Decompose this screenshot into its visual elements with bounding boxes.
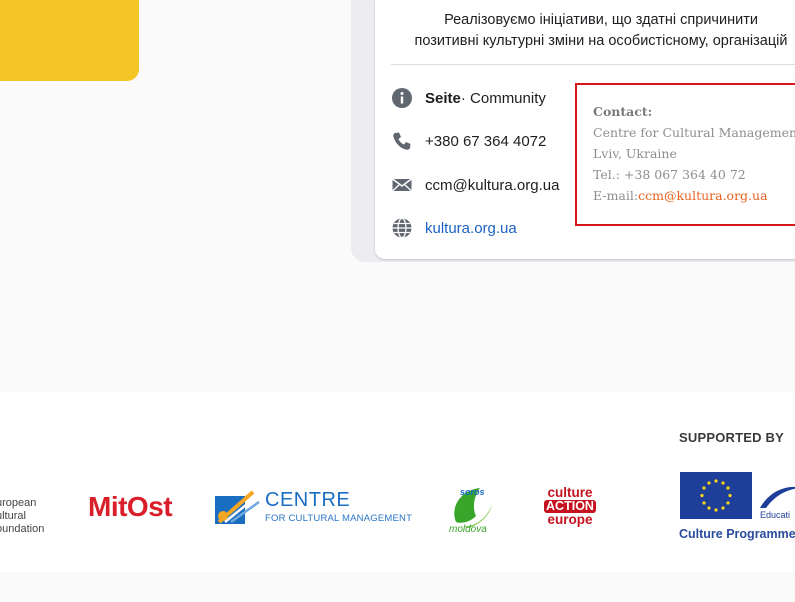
- ccm-emblem-icon: [215, 490, 260, 524]
- contact-email-line: E-mail:ccm@kultura.org.ua: [593, 185, 795, 206]
- info-icon: [391, 87, 413, 109]
- soros-moldova-logo[interactable]: soros moldova: [446, 482, 498, 535]
- contact-org: Centre for Cultural Management: [593, 125, 795, 140]
- phone-icon: [391, 130, 413, 152]
- education-text: Educati: [760, 510, 791, 520]
- website-link[interactable]: kultura.org.ua: [425, 220, 517, 237]
- email-address[interactable]: ccm@kultura.org.ua: [425, 177, 559, 194]
- partners-footer: [0, 392, 795, 572]
- intro-line-1: Реалізовуємо ініціативи, що здатні сприч…: [444, 12, 758, 28]
- yellow-banner-block: [0, 0, 139, 81]
- page-category: · Community: [460, 89, 546, 107]
- ccm-logo[interactable]: CENTRE FOR CULTURAL MANAGEMENT: [213, 488, 413, 528]
- ecf-line-1: uropean: [0, 497, 37, 509]
- soros-emblem-icon: soros moldova: [449, 487, 492, 535]
- contact-box: Contact: Centre for Cultural Management …: [575, 83, 795, 226]
- email-row[interactable]: ccm@kultura.org.ua: [391, 174, 559, 196]
- contact-city: Lviv, Ukraine: [593, 146, 677, 161]
- soros-top-text: soros: [460, 487, 485, 497]
- globe-icon: [391, 217, 413, 239]
- cae-line-1: culture: [547, 485, 593, 500]
- eu-flag-icon[interactable]: [680, 472, 752, 519]
- intro-line-2: позитивні культурні зміни на особистісно…: [414, 33, 788, 49]
- ecf-line-2: ultural: [0, 510, 26, 522]
- cae-line-3: europe: [547, 512, 593, 527]
- ccm-logo-subtitle: FOR CULTURAL MANAGEMENT: [265, 513, 413, 524]
- phone-number[interactable]: +380 67 364 4072: [425, 133, 546, 150]
- culture-programme-label: Culture Programme: [679, 527, 795, 541]
- eu-stars-icon: [700, 479, 732, 512]
- mitost-logo[interactable]: MitOst: [88, 491, 173, 523]
- page-type-row: Seite · Community: [391, 87, 546, 109]
- ecf-line-3: oundation: [0, 523, 45, 535]
- contact-email-label: E-mail:: [593, 188, 639, 203]
- soros-bottom-text: moldova: [449, 524, 487, 534]
- card-divider: [391, 64, 795, 65]
- contact-tel: Tel.: +38 067 364 40 72: [593, 167, 746, 182]
- contact-heading: Contact:: [593, 104, 653, 119]
- page-type-label: Seite: [425, 89, 461, 107]
- phone-row[interactable]: +380 67 364 4072: [391, 130, 546, 152]
- supported-by-label: SUPPORTED BY: [679, 430, 784, 445]
- culture-action-europe-logo[interactable]: culture ACTION europe: [537, 486, 603, 526]
- page-intro-text: Реалізовуємо ініціативи, що здатні сприч…: [391, 10, 795, 52]
- website-row[interactable]: kultura.org.ua: [391, 217, 517, 239]
- envelope-icon: [391, 174, 413, 196]
- ecf-logo[interactable]: uropean ultural oundation: [0, 497, 44, 536]
- contact-email-link[interactable]: ccm@kultura.org.ua: [638, 188, 767, 203]
- bottom-band: [0, 572, 795, 602]
- ccm-logo-title: CENTRE: [265, 489, 351, 511]
